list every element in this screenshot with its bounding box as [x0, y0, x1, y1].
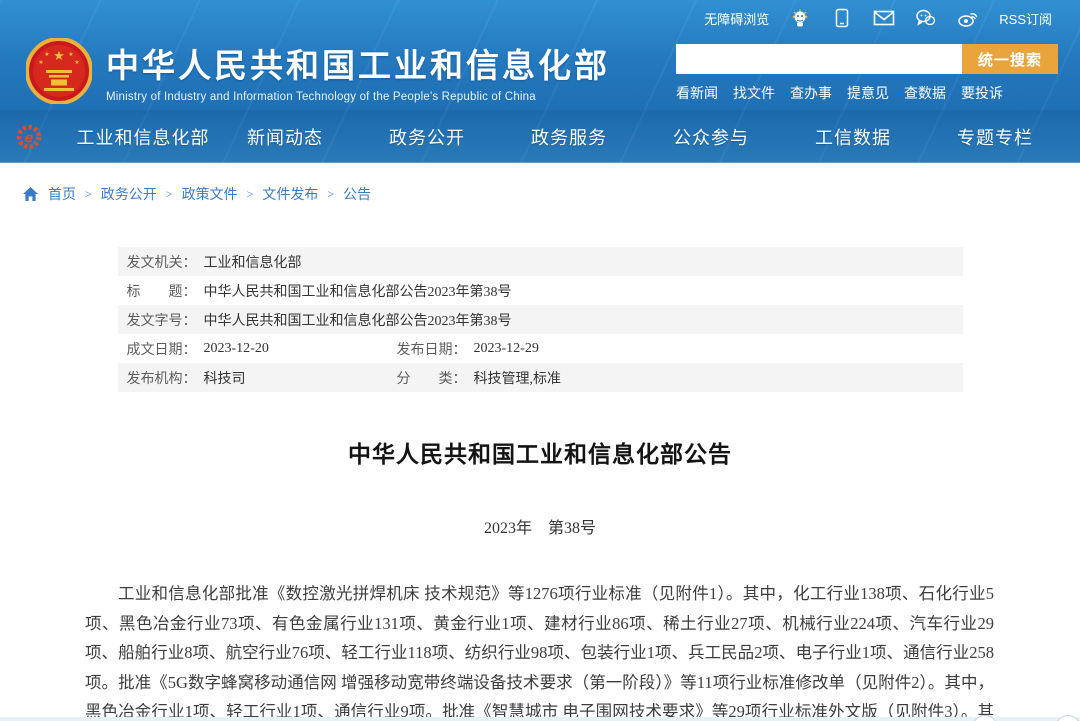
home-icon[interactable] [22, 186, 39, 202]
meta-row-document-number: 发文字号： 中华人民共和国工业和信息化部公告2023年第38号 [118, 305, 963, 334]
meta-row-dates: 成文日期： 2023-12-20 发布日期： 2023-12-29 [118, 334, 963, 363]
quick-link-complaints[interactable]: 要投诉 [961, 83, 1003, 103]
document-page: 发文机关： 工业和信息化部 标 题： 中华人民共和国工业和信息化部公告2023年… [0, 247, 1080, 721]
brand-text: 中华人民共和国工业和信息化部 Ministry of Industry and … [106, 39, 610, 103]
svg-text:★: ★ [38, 59, 43, 66]
breadcrumb-separator: > [85, 187, 92, 202]
miit-gear-logo-icon[interactable]: e [16, 124, 42, 150]
wechat-icon[interactable] [915, 7, 937, 29]
search-button[interactable]: 统一搜索 [962, 44, 1058, 74]
svg-text:★: ★ [53, 48, 65, 63]
quick-link-suggestions[interactable]: 提意见 [847, 83, 889, 103]
nav-item-gov-services[interactable]: 政务服务 [498, 124, 640, 150]
nav-item-ministry[interactable]: 工业和信息化部 [72, 124, 214, 150]
mail-icon[interactable] [873, 7, 895, 29]
meta-value: 2023-12-29 [474, 341, 539, 357]
meta-label: 成文日期： [127, 339, 197, 359]
nav-item-news[interactable]: 新闻动态 [214, 124, 356, 150]
meta-value: 中华人民共和国工业和信息化部公告2023年第38号 [204, 281, 512, 301]
search-area: 统一搜索 看新闻 找文件 查办事 提意见 查数据 要投诉 [676, 44, 1058, 104]
meta-label: 发布机构： [127, 368, 197, 388]
quick-link-services[interactable]: 查办事 [790, 83, 832, 103]
svg-text:★: ★ [68, 51, 73, 58]
main-nav: e 工业和信息化部 新闻动态 政务公开 政务服务 公众参与 工信数据 专题专栏 [0, 110, 1080, 163]
meta-row-issuing-authority: 发文机关： 工业和信息化部 [118, 247, 963, 276]
site-subtitle: Ministry of Industry and Information Tec… [106, 91, 610, 103]
breadcrumb-document-release[interactable]: 文件发布 [262, 184, 318, 204]
document-number: 2023年 第38号 [0, 514, 1080, 538]
breadcrumb-policy-documents[interactable]: 政策文件 [182, 184, 238, 204]
rss-link[interactable]: RSS订阅 [999, 9, 1052, 28]
meta-value: 科技管理,标准 [474, 368, 562, 388]
nav-item-special-topics[interactable]: 专题专栏 [924, 124, 1066, 150]
svg-text:★: ★ [44, 51, 49, 58]
breadcrumb-separator: > [327, 187, 334, 202]
phone-icon[interactable] [831, 7, 853, 29]
mascot-icon[interactable] [789, 7, 811, 29]
nav-item-gov-disclosure[interactable]: 政务公开 [356, 124, 498, 150]
topbar: 无障碍浏览 RSS订阅 [0, 0, 1080, 36]
site-header: 无障碍浏览 RSS订阅 [0, 0, 1080, 163]
meta-value: 中华人民共和国工业和信息化部公告2023年第38号 [204, 310, 512, 330]
quick-link-news[interactable]: 看新闻 [676, 83, 718, 103]
meta-label: 发文机关： [127, 252, 197, 272]
meta-row-publisher-category: 发布机构： 科技司 分 类： 科技管理,标准 [118, 363, 963, 392]
search-input[interactable] [676, 44, 962, 74]
site-title: 中华人民共和国工业和信息化部 [106, 39, 610, 87]
page: 无障碍浏览 RSS订阅 [0, 0, 1080, 721]
national-emblem-icon: ★ ★ ★ ★ ★ [26, 38, 92, 104]
accessibility-link[interactable]: 无障碍浏览 [704, 9, 769, 28]
quick-link-documents[interactable]: 找文件 [733, 83, 775, 103]
document-meta-table: 发文机关： 工业和信息化部 标 题： 中华人民共和国工业和信息化部公告2023年… [118, 247, 963, 392]
brand-row: ★ ★ ★ ★ ★ 中华人民共和国工业和信息化部 Ministry of Ind… [0, 36, 1080, 110]
meta-value: 科技司 [204, 368, 246, 388]
meta-value: 工业和信息化部 [204, 252, 302, 272]
breadcrumb-separator: > [247, 187, 254, 202]
footer-strip [0, 717, 1080, 721]
svg-text:e: e [25, 130, 33, 147]
document-body: 工业和信息化部批准《数控激光拼焊机床 技术规范》等1276项行业标准（见附件1）… [85, 579, 994, 721]
quick-link-data[interactable]: 查数据 [904, 83, 946, 103]
breadcrumb-separator: > [166, 187, 173, 202]
breadcrumb-home[interactable]: 首页 [48, 184, 76, 204]
meta-value: 2023-12-20 [204, 341, 269, 357]
meta-label: 分 类： [397, 368, 467, 388]
nav-item-miit-data[interactable]: 工信数据 [782, 124, 924, 150]
meta-label: 标 题： [127, 281, 197, 301]
meta-label: 发文字号： [127, 310, 197, 330]
nav-item-public-participation[interactable]: 公众参与 [640, 124, 782, 150]
weibo-icon[interactable] [957, 7, 979, 29]
svg-text:★: ★ [74, 59, 79, 66]
breadcrumb: 首页 > 政务公开 > 政策文件 > 文件发布 > 公告 [22, 184, 1080, 204]
brand[interactable]: ★ ★ ★ ★ ★ 中华人民共和国工业和信息化部 Ministry of Ind… [26, 38, 610, 104]
breadcrumb-announcement[interactable]: 公告 [343, 184, 371, 204]
breadcrumb-gov-disclosure[interactable]: 政务公开 [101, 184, 157, 204]
meta-label: 发布日期： [397, 339, 467, 359]
meta-row-title: 标 题： 中华人民共和国工业和信息化部公告2023年第38号 [118, 276, 963, 305]
document-title: 中华人民共和国工业和信息化部公告 [0, 435, 1080, 469]
search-box: 统一搜索 [676, 44, 1058, 74]
quick-links: 看新闻 找文件 查办事 提意见 查数据 要投诉 [676, 83, 1058, 103]
